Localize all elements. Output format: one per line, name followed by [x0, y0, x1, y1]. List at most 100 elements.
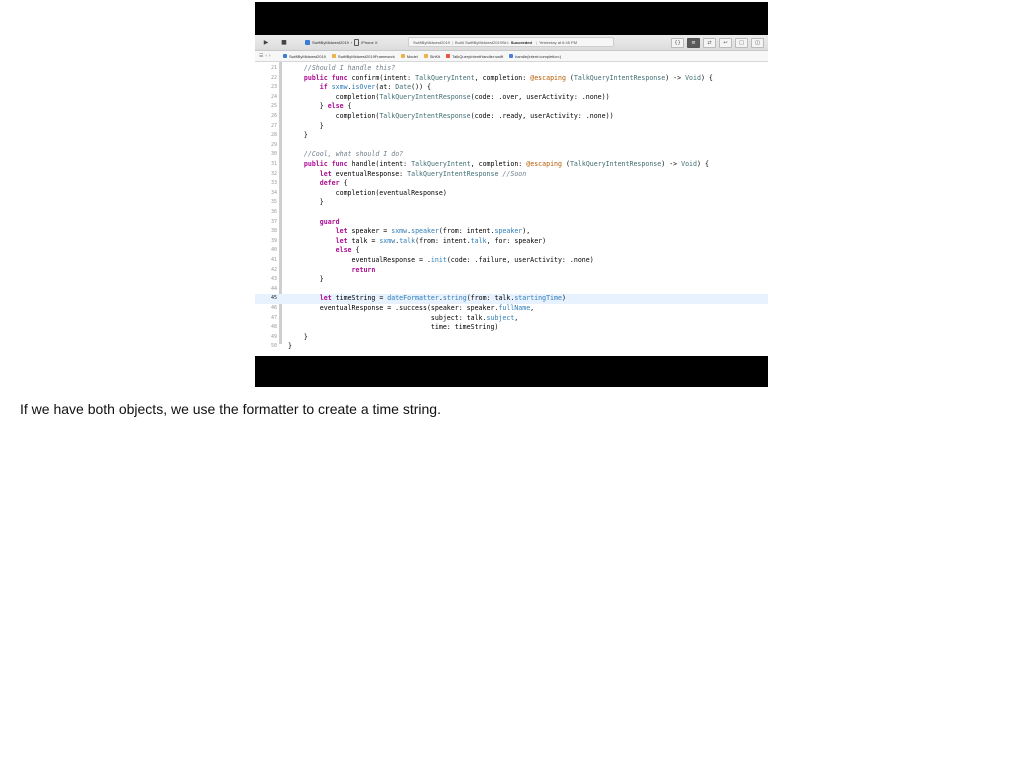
code-line[interactable]: 36: [255, 208, 768, 218]
code-text: defer {: [319, 179, 348, 188]
breadcrumb-model[interactable]: Model: [400, 53, 418, 59]
code-text: }: [288, 131, 308, 140]
code-line[interactable]: 32 let eventualResponse: TalkQueryIntent…: [255, 170, 768, 180]
device-name: iPhone X: [361, 40, 378, 45]
code-text: subject: talk.subject,: [288, 313, 519, 322]
breadcrumb-label: Model: [406, 53, 418, 59]
code-text: let talk = sxmw.talk(from: intent.talk, …: [335, 236, 547, 245]
standard-editor-icon[interactable]: ≡: [687, 37, 700, 48]
code-line[interactable]: 39 let talk = sxmw.talk(from: intent.tal…: [255, 237, 768, 247]
code-line[interactable]: 31 public func handle(intent: TalkQueryI…: [255, 160, 768, 170]
code-line[interactable]: 43 }: [255, 275, 768, 285]
code-editor[interactable]: 21 //Should I handle this? 22 public func…: [255, 62, 768, 356]
line-number: 27: [270, 122, 277, 129]
code-line[interactable]: 49 }: [255, 333, 768, 343]
scheme-selector[interactable]: SwiftByMidwest2019 › iPhone X: [305, 38, 377, 47]
status-separator: |: [451, 39, 453, 45]
line-number: 37: [270, 218, 277, 225]
status-project: SwiftByMidwest2019: [413, 39, 450, 45]
code-text: //Cool, what should I do?: [303, 150, 404, 159]
code-text: let eventualResponse: TalkQueryIntentRes…: [319, 169, 527, 178]
code-line[interactable]: 35 }: [255, 198, 768, 208]
chevron-right-icon: ›: [350, 40, 353, 45]
line-number: 30: [270, 151, 277, 158]
app-icon: [305, 40, 310, 45]
code-line[interactable]: 22 public func confirm(intent: TalkQuery…: [255, 74, 768, 84]
code-line[interactable]: 41 eventualResponse = .init(code: .failu…: [255, 256, 768, 266]
breadcrumb-sirikit[interactable]: SiriKit: [423, 53, 441, 59]
code-line[interactable]: 29: [255, 141, 768, 151]
breadcrumb-method[interactable]: handle(intent:completion:): [509, 54, 561, 59]
navigator-toggle-icon[interactable]: □: [735, 37, 748, 48]
code-line[interactable]: 23 if sxmw.isOver(at: Date()) {: [255, 83, 768, 93]
code-line[interactable]: 34 completion(eventualResponse): [255, 189, 768, 199]
code-line[interactable]: 24 completion(TalkQueryIntentResponse(co…: [255, 93, 768, 103]
code-line[interactable]: 42 return: [255, 266, 768, 276]
code-text: } else {: [288, 102, 352, 111]
code-line[interactable]: 25 } else {: [255, 102, 768, 112]
line-number: 43: [270, 276, 277, 283]
library-icon[interactable]: {}: [671, 37, 684, 48]
code-line[interactable]: 47 subject: talk.subject,: [255, 314, 768, 324]
swift-file-icon: [446, 54, 451, 58]
breadcrumb-project[interactable]: SwiftByMidwest2019: [283, 54, 326, 59]
code-line[interactable]: 45 let timeString = dateFormatter.string…: [255, 294, 768, 304]
breadcrumb-file[interactable]: TalkQueryIntentHandler.swift: [446, 54, 503, 59]
line-number: 24: [270, 93, 277, 100]
line-number: 23: [270, 84, 277, 91]
code-line[interactable]: 48 time: timeString): [255, 323, 768, 333]
code-text: }: [288, 121, 324, 130]
code-text: eventualResponse = .init(code: .failure,…: [288, 256, 594, 264]
code-line[interactable]: 40 else {: [255, 246, 768, 256]
scheme-name: SwiftByMidwest2019: [312, 40, 349, 45]
code-line[interactable]: 38 let speaker = sxmw.speaker(from: inte…: [255, 227, 768, 237]
stop-square-icon[interactable]: ■: [280, 38, 288, 47]
line-number: 31: [270, 161, 277, 167]
code-line[interactable]: 33 defer {: [255, 179, 768, 189]
code-line[interactable]: 30 //Cool, what should I do?: [255, 150, 768, 160]
version-editor-icon[interactable]: ↩: [719, 37, 732, 48]
code-line[interactable]: 28 }: [255, 131, 768, 141]
line-number: 40: [270, 247, 277, 254]
code-line[interactable]: 21 //Should I handle this?: [255, 64, 768, 74]
project-icon: [283, 54, 287, 58]
inspector-toggle-icon[interactable]: ◫: [751, 37, 764, 48]
code-text: completion(TalkQueryIntentResponse(code:…: [288, 112, 614, 120]
line-number: 29: [270, 141, 277, 148]
line-number: 32: [270, 170, 277, 177]
assistant-editor-icon[interactable]: ⇄: [703, 37, 716, 48]
status-result: Succeeded: [510, 39, 532, 45]
editor-mode-buttons: {} ≡ ⇄ ↩ □ ◫: [671, 37, 764, 48]
jump-bar-nav-icons[interactable]: ☰ ‹ ›: [259, 53, 283, 59]
folder-icon: [331, 54, 336, 58]
line-number: 44: [270, 285, 277, 292]
line-number: 50: [270, 343, 277, 350]
code-text: }: [288, 342, 292, 351]
xcode-toolbar: ▶ ■ SwiftByMidwest2019 › iPhone X SwiftB…: [255, 35, 768, 51]
breadcrumb-label: TalkQueryIntentHandler.swift: [452, 53, 504, 59]
code-text: completion(TalkQueryIntentResponse(code:…: [288, 92, 610, 101]
code-text: public func confirm(intent: TalkQueryInt…: [303, 73, 713, 82]
line-number: 26: [270, 113, 277, 119]
activity-status: SwiftByMidwest2019 | Build SwiftByMidwes…: [408, 37, 614, 47]
code-text: return: [351, 265, 376, 274]
line-number: 48: [270, 324, 277, 331]
code-line[interactable]: 46 eventualResponse = .success(speaker: …: [255, 304, 768, 314]
line-number: 41: [270, 257, 277, 263]
code-text: let speaker = sxmw.speaker(from: intent.…: [335, 227, 531, 236]
code-line[interactable]: 50}: [255, 342, 768, 352]
code-line[interactable]: 37 guard: [255, 218, 768, 228]
line-number: 35: [270, 199, 277, 206]
code-line[interactable]: 27 }: [255, 122, 768, 132]
code-text: guard: [319, 217, 340, 226]
breadcrumb-framework[interactable]: SwiftByMidwest2019Framework: [331, 54, 395, 59]
xcode-window: ▶ ■ SwiftByMidwest2019 › iPhone X SwiftB…: [255, 35, 768, 356]
play-icon[interactable]: ▶: [262, 38, 270, 47]
code-text: completion(eventualResponse): [288, 188, 447, 197]
folder-icon: [423, 54, 428, 58]
code-line[interactable]: 44: [255, 285, 768, 295]
code-text: }: [288, 332, 308, 341]
breadcrumb-label: SiriKit: [429, 53, 441, 59]
code-line[interactable]: 26 completion(TalkQueryIntentResponse(co…: [255, 112, 768, 122]
line-number: 47: [270, 314, 277, 321]
